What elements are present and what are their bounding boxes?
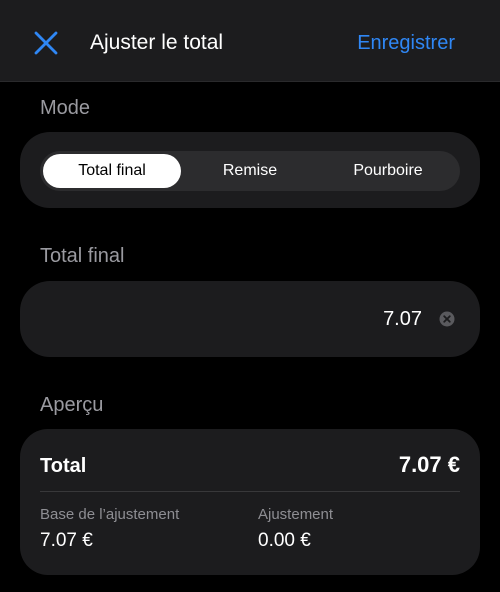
close-button[interactable] xyxy=(30,27,62,59)
adjustment-value: 0.00 € xyxy=(258,530,311,551)
preview-section-label: Aperçu xyxy=(40,394,104,416)
mode-section-label: Mode xyxy=(40,97,91,119)
preview-total-label: Total xyxy=(40,455,87,477)
segment-pourboire[interactable]: Pourboire xyxy=(319,154,457,188)
preview-card: Total 7.07 € Base de l’ajustement 7.07 €… xyxy=(20,429,480,575)
base-value: 7.07 € xyxy=(40,530,93,551)
preview-total-value: 7.07 € xyxy=(398,452,460,477)
navigation-bar: Ajuster le total Enregistrer xyxy=(0,0,500,82)
close-icon xyxy=(34,31,58,55)
base-label: Base de l’ajustement xyxy=(40,506,180,523)
adjust-total-screen: Ajuster le total Enregistrer Mode Total … xyxy=(0,0,500,592)
clear-button[interactable] xyxy=(439,311,455,327)
mode-card: Total final Remise Pourboire xyxy=(20,132,480,208)
clear-icon xyxy=(439,311,455,327)
page-title: Ajuster le total xyxy=(90,31,224,54)
segment-total-final[interactable]: Total final xyxy=(43,154,181,188)
mode-segmented-control: Total final Remise Pourboire xyxy=(40,151,460,191)
total-input-field[interactable]: 7.07 xyxy=(20,281,480,357)
total-input-value[interactable]: 7.07 xyxy=(383,306,422,332)
adjustment-label: Ajustement xyxy=(258,506,334,523)
divider xyxy=(40,491,460,492)
save-button[interactable]: Enregistrer xyxy=(357,29,455,57)
total-section-label: Total final xyxy=(40,245,125,267)
segment-remise[interactable]: Remise xyxy=(181,154,319,188)
